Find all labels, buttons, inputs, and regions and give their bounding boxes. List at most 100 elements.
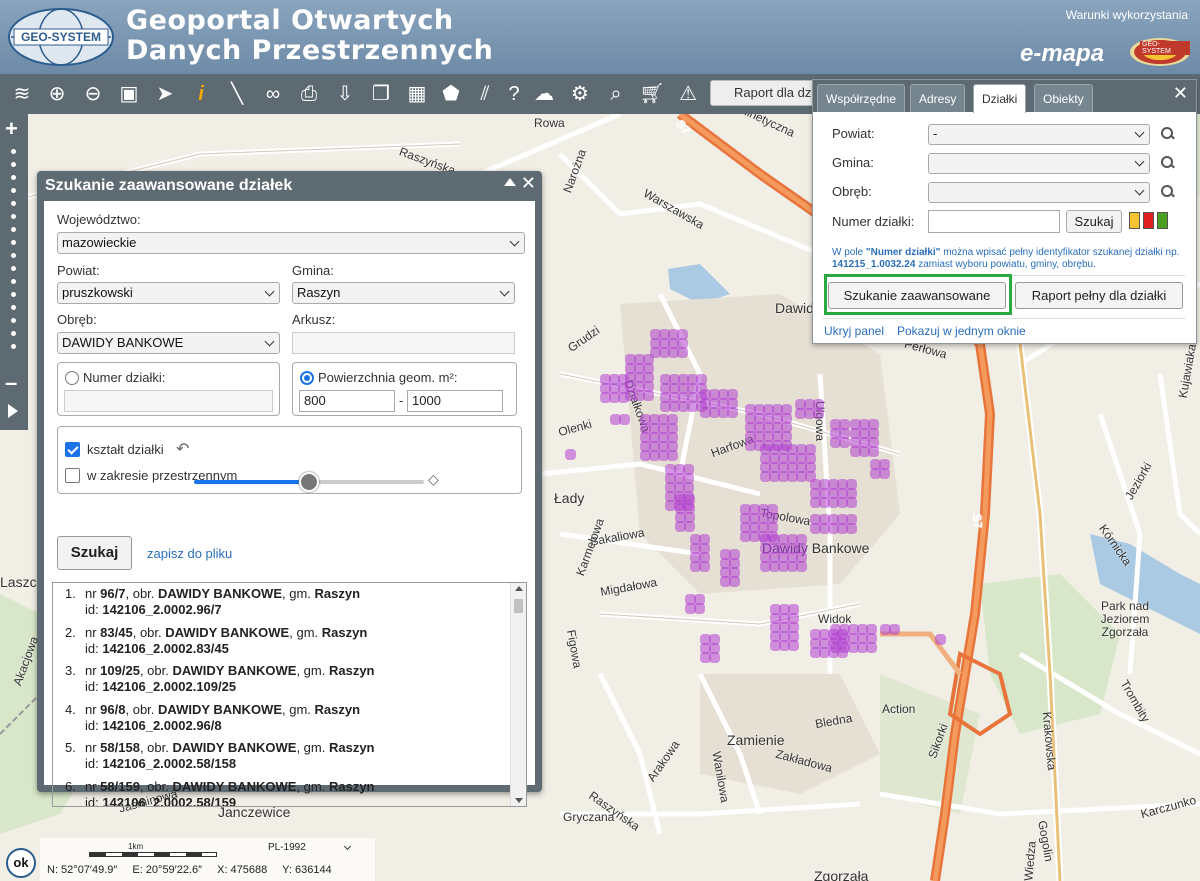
parcel-number-radio[interactable] <box>65 371 79 385</box>
parcel-highlight[interactable] <box>729 576 740 587</box>
slider-knob[interactable] <box>299 472 319 492</box>
search-icon[interactable] <box>1161 156 1175 170</box>
search-map-icon[interactable]: ⌕ <box>602 80 630 108</box>
zoom-level-dot[interactable] <box>11 175 16 180</box>
result-item[interactable]: 2. nr 83/45, obr. DAWIDY BANKOWE, gm. Ras… <box>53 622 511 661</box>
save-to-file-link[interactable]: zapisz do pliku <box>147 546 232 561</box>
zoom-plus-icon[interactable]: + <box>5 116 18 142</box>
parcel-search-button[interactable]: Szukaj <box>1066 210 1122 233</box>
zoom-minus-icon[interactable]: – <box>5 370 17 396</box>
tab-objects[interactable]: Obiekty <box>1034 84 1093 112</box>
warning-road-icon[interactable]: ⚠ <box>674 80 702 108</box>
precinct-select[interactable]: DAWIDY BANKOWE <box>57 332 280 354</box>
expand-arrow-icon[interactable] <box>8 404 18 418</box>
scroll-down-icon[interactable] <box>515 798 523 803</box>
geo-system-logo[interactable]: GEO-SYSTEM <box>6 6 116 68</box>
chevron-down-icon[interactable] <box>343 842 352 851</box>
parcel-number-field[interactable] <box>64 390 273 412</box>
info-icon[interactable]: i <box>187 80 215 108</box>
measure-line-icon[interactable]: ╲ <box>223 80 251 108</box>
scroll-thumb[interactable] <box>514 599 523 613</box>
commune-select[interactable]: Raszyn <box>292 282 515 304</box>
parcel-highlight[interactable] <box>694 603 705 614</box>
sheet-field[interactable] <box>292 332 515 354</box>
layout-icon[interactable]: ▦ <box>403 80 431 108</box>
cloud-download-icon[interactable]: ☁ <box>530 80 558 108</box>
commune-select[interactable] <box>928 153 1150 174</box>
parcel-highlight[interactable] <box>684 521 695 532</box>
shape-slider[interactable] <box>194 472 424 492</box>
search-icon[interactable] <box>1161 185 1175 199</box>
zoom-out-icon[interactable]: ⊖ <box>79 80 107 108</box>
ok-button[interactable]: ok <box>6 848 36 878</box>
parcel-highlight[interactable] <box>727 407 738 418</box>
voivodeship-select[interactable]: mazowieckie <box>57 232 525 254</box>
advanced-search-button[interactable]: Szukanie zaawansowane <box>828 282 1006 309</box>
zoom-level-dot[interactable] <box>11 201 16 206</box>
parcel-highlight[interactable] <box>846 523 857 534</box>
zoom-level-dot[interactable] <box>11 240 16 245</box>
select-arrow-icon[interactable]: ➤ <box>151 80 179 108</box>
hide-panel-link[interactable]: Ukryj panel <box>824 324 884 338</box>
zoom-level-dot[interactable] <box>11 266 16 271</box>
parcel-highlight[interactable] <box>796 561 807 572</box>
parcel-highlight[interactable] <box>667 450 678 461</box>
print-icon[interactable]: ⎙ <box>295 80 323 108</box>
zoom-extent-icon[interactable]: ▣ <box>115 80 143 108</box>
parcel-highlight[interactable] <box>618 392 629 403</box>
search-button[interactable]: Szukaj <box>57 536 132 570</box>
zoom-level-dot[interactable] <box>11 149 16 154</box>
parcel-highlight[interactable] <box>788 640 799 651</box>
parcel-highlight[interactable] <box>565 449 576 460</box>
download-icon[interactable]: ⇩ <box>331 80 359 108</box>
result-item[interactable]: 6. nr 58/159, obr. DAWIDY BANKOWE, gm. Ra… <box>53 776 511 807</box>
area-to-field[interactable]: 1000 <box>407 390 503 412</box>
tab-parcels[interactable]: Działki <box>973 84 1027 113</box>
color-swatch-yellow[interactable] <box>1129 212 1140 229</box>
zoom-level-dot[interactable] <box>11 214 16 219</box>
parcel-highlight[interactable] <box>879 468 890 479</box>
parcel-highlight[interactable] <box>889 624 900 635</box>
precinct-select[interactable] <box>928 182 1150 203</box>
parcel-highlight[interactable] <box>699 561 710 572</box>
result-item[interactable]: 5. nr 58/158, obr. DAWIDY BANKOWE, gm. Ra… <box>53 737 511 776</box>
area-from-field[interactable]: 800 <box>299 390 395 412</box>
parcel-number-input[interactable] <box>928 210 1060 233</box>
parcel-highlight[interactable] <box>935 634 946 645</box>
help-icon[interactable]: ? <box>500 80 528 108</box>
parcel-highlight[interactable] <box>813 408 824 419</box>
area-radio[interactable] <box>300 371 314 385</box>
layers-icon[interactable]: ≋ <box>8 80 36 108</box>
close-icon[interactable]: ✕ <box>521 173 536 194</box>
zoom-level-dot[interactable] <box>11 188 16 193</box>
zoom-level-dot[interactable] <box>11 162 16 167</box>
emapa-brand[interactable]: e-mapa GEO-SYSTEM <box>1020 36 1190 70</box>
parcel-highlight[interactable] <box>643 390 654 401</box>
crs-select[interactable]: PL-1992 <box>268 842 306 853</box>
parcel-highlight[interactable] <box>866 642 877 653</box>
parcel-highlight[interactable] <box>868 446 879 457</box>
tab-coordinates[interactable]: Współrzędne <box>817 84 906 112</box>
copy-icon[interactable]: ❐ <box>367 80 395 108</box>
search-icon[interactable] <box>1161 127 1175 141</box>
result-item[interactable]: 3. nr 109/25, obr. DAWIDY BANKOWE, gm. Ra… <box>53 660 511 699</box>
zoom-level-dot[interactable] <box>11 279 16 284</box>
parcel-highlight[interactable] <box>839 437 850 448</box>
settings-icon[interactable]: ⚙ <box>566 80 594 108</box>
tab-addresses[interactable]: Adresy <box>910 84 966 112</box>
zoom-level-dot[interactable] <box>11 227 16 232</box>
close-icon[interactable]: ✕ <box>1173 83 1188 104</box>
county-select[interactable]: pruszkowski <box>57 282 280 304</box>
county-select[interactable]: - <box>928 124 1150 145</box>
hatch-icon[interactable]: ⫽ <box>471 80 499 108</box>
zoom-in-icon[interactable]: ⊕ <box>43 80 71 108</box>
single-window-link[interactable]: Pokazuj w jednym oknie <box>897 324 1026 338</box>
zoom-level-dot[interactable] <box>11 318 16 323</box>
results-scrollbar[interactable] <box>510 583 526 806</box>
zoom-level-dot[interactable] <box>11 305 16 310</box>
terms-link[interactable]: Warunki wykorzystania <box>1066 8 1188 22</box>
parcel-highlight[interactable] <box>709 652 720 663</box>
collapse-icon[interactable] <box>504 178 516 186</box>
raport-button[interactable]: Raport dla działki <box>710 80 820 106</box>
zoom-level-dot[interactable] <box>11 331 16 336</box>
